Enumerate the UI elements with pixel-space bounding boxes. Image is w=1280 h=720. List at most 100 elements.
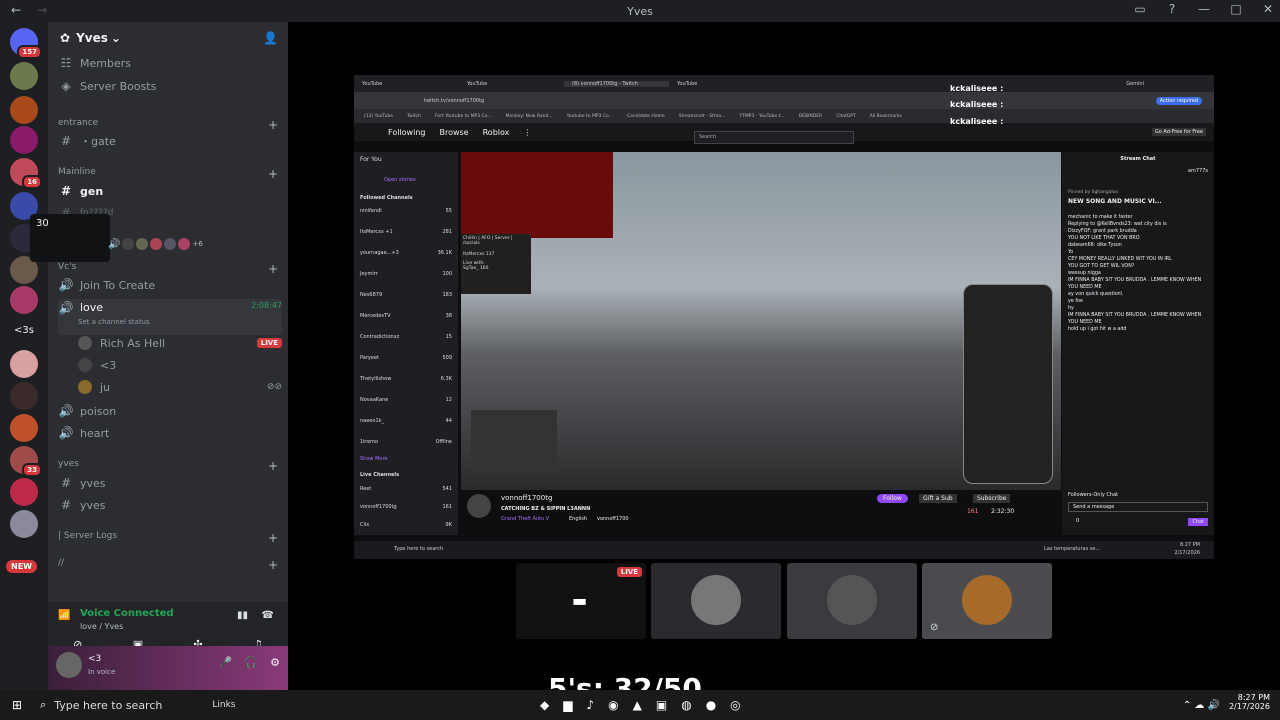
- brave-icon[interactable]: ◆: [540, 698, 549, 712]
- show-more-link[interactable]: Show More: [360, 456, 387, 462]
- followed-channel[interactable]: ninifendi 55: [360, 208, 452, 214]
- category-server-logs[interactable]: | Server Logs +: [58, 531, 278, 545]
- voice-user[interactable]: <3: [78, 356, 282, 374]
- category-entrance[interactable]: entrance +: [58, 118, 278, 132]
- live-channel[interactable]: Reet 541: [360, 486, 452, 492]
- action-required-button[interactable]: Action required: [1155, 96, 1202, 105]
- channel-love[interactable]: 🔊 love 2:08:47: [58, 299, 282, 335]
- browser-tab[interactable]: YouTube: [354, 81, 459, 87]
- more-icon[interactable]: ⋮: [523, 128, 531, 137]
- streamer-avatar[interactable]: [467, 494, 491, 518]
- channel-gate[interactable]: # ・gate: [58, 132, 282, 150]
- channel-poison[interactable]: 🔊 poison: [58, 402, 282, 420]
- settings-icon[interactable]: ⚙: [270, 656, 280, 669]
- nav-browse[interactable]: Browse: [439, 128, 468, 137]
- add-channel-icon[interactable]: +: [268, 531, 278, 545]
- file-explorer-icon[interactable]: ▆: [563, 698, 572, 712]
- category-mainline[interactable]: Mainline +: [58, 167, 278, 181]
- bookmark[interactable]: DEBINDER: [799, 114, 823, 119]
- app-icon[interactable]: ◎: [730, 698, 740, 712]
- clock[interactable]: 8:27 PM 2/17/2026: [1229, 693, 1270, 711]
- gift-sub-button[interactable]: Gift a Sub: [919, 494, 957, 503]
- live-channel[interactable]: Clix 9K: [360, 522, 452, 528]
- server-icon[interactable]: [10, 126, 38, 154]
- bookmark[interactable]: Twitch: [407, 114, 421, 119]
- open-stories-link[interactable]: Open stories: [384, 177, 416, 183]
- taskbar-links[interactable]: Links: [212, 700, 235, 710]
- server-icon[interactable]: [10, 286, 38, 314]
- followed-channel[interactable]: yournagae...+3 36.1K: [360, 250, 452, 256]
- help-icon[interactable]: ?: [1164, 2, 1180, 16]
- followed-channel[interactable]: NovaaKane 12: [360, 397, 452, 403]
- go-ad-free-button[interactable]: Go Ad-Free for Free: [1151, 128, 1206, 136]
- set-status-link[interactable]: Set a channel status: [78, 318, 150, 326]
- bookmark[interactable]: Monkey: New Rand...: [506, 114, 553, 119]
- guild-header[interactable]: ✿ Yves ⌄ 👤: [48, 22, 288, 54]
- bookmark[interactable]: Candidate Home: [627, 114, 665, 119]
- followed-channel[interactable]: Contradictionxz 15: [360, 334, 452, 340]
- discord-icon[interactable]: ◉: [608, 698, 618, 712]
- members-item[interactable]: ☷ Members: [58, 54, 282, 72]
- category-yves[interactable]: yves +: [58, 459, 278, 473]
- browser-tab[interactable]: YouTube: [459, 81, 564, 87]
- minimize-icon[interactable]: —: [1196, 2, 1212, 16]
- add-channel-icon[interactable]: +: [268, 262, 278, 276]
- channel-join-to-create[interactable]: 🔊 Join To Create: [58, 276, 282, 294]
- stream-game[interactable]: Grand Theft Auto V: [501, 516, 549, 522]
- url-text[interactable]: twitch.tv/vonnoff1700tg: [424, 98, 484, 104]
- followed-channel[interactable]: naeeo1k_ 44: [360, 418, 452, 424]
- disconnect-icon[interactable]: ☎: [262, 610, 274, 621]
- followed-channel[interactable]: Paryeet 509: [360, 355, 452, 361]
- voice-user[interactable]: Rich As Hell LIVE: [78, 334, 282, 352]
- channel-gen[interactable]: # gen: [58, 182, 282, 200]
- server-text-icon[interactable]: <3s: [14, 325, 34, 336]
- stream-tag[interactable]: English: [569, 516, 587, 522]
- server-icon[interactable]: [10, 96, 38, 124]
- server-icon[interactable]: 33: [10, 446, 42, 477]
- followed-channel[interactable]: 1tremo Offline: [360, 439, 452, 445]
- streamer-name[interactable]: vonnoff1700tg: [501, 494, 552, 502]
- stream-tile[interactable]: LIVE ▬: [516, 563, 646, 639]
- microphone-icon[interactable]: 🎤: [219, 656, 233, 669]
- add-channel-icon[interactable]: +: [268, 459, 278, 473]
- followed-channel[interactable]: MercedesTV 38: [360, 313, 452, 319]
- nav-roblox[interactable]: Roblox: [483, 128, 510, 137]
- server-boosts-item[interactable]: ◈ Server Boosts: [58, 77, 282, 95]
- follow-button[interactable]: Follow: [877, 494, 908, 503]
- chat-input[interactable]: Send a message: [1068, 502, 1208, 512]
- subscribe-button[interactable]: Subscribe: [973, 494, 1011, 503]
- chat-send-button[interactable]: Chat: [1188, 518, 1208, 526]
- followed-channel[interactable]: ItsMercxs +1 281: [360, 229, 452, 235]
- pinned-message[interactable]: NEW SONG AND MUSIC VI...: [1068, 198, 1162, 205]
- voice-location[interactable]: love / Yves: [80, 622, 123, 631]
- stream-tag[interactable]: vonnoff1700: [597, 516, 629, 522]
- add-channel-icon[interactable]: +: [268, 167, 278, 181]
- add-channel-icon[interactable]: +: [268, 118, 278, 132]
- server-icon[interactable]: [10, 478, 38, 506]
- headphones-icon[interactable]: 🎧: [244, 656, 258, 669]
- browser-tab[interactable]: (8) vonnoff1700tg - Twitch: [564, 80, 669, 87]
- bookmark[interactable]: Streamsnet - Strea...: [679, 114, 726, 119]
- system-tray-icons[interactable]: ⌃ ☁ 🔊: [1183, 700, 1220, 711]
- avatar[interactable]: [56, 652, 82, 678]
- server-icon[interactable]: [10, 510, 38, 538]
- stream-screen[interactable]: YouTube YouTube (8) vonnoff1700tg - Twit…: [354, 75, 1214, 559]
- app-icon[interactable]: ▲: [633, 698, 642, 712]
- voice-status[interactable]: Voice Connected: [80, 608, 174, 619]
- server-icon[interactable]: [10, 62, 38, 90]
- direct-messages-icon[interactable]: 157: [10, 28, 42, 59]
- bookmark[interactable]: Fort Youtube to MP3 Co...: [435, 114, 492, 119]
- followed-channel[interactable]: Thetyllishow 6.3K: [360, 376, 452, 382]
- bookmark[interactable]: ChatGPT: [836, 114, 855, 119]
- participant-tile[interactable]: [651, 563, 781, 639]
- add-channel-icon[interactable]: +: [268, 558, 278, 572]
- server-icon[interactable]: 16: [10, 158, 42, 189]
- channel-yves[interactable]: # yves: [58, 474, 282, 492]
- participant-tile[interactable]: ⊘: [922, 563, 1052, 639]
- live-channel[interactable]: vonnoff1700tg 161: [360, 504, 452, 510]
- bookmark[interactable]: Youtube to MP3 Co...: [567, 114, 613, 119]
- bookmark[interactable]: All Bookmarks: [870, 114, 902, 119]
- category-slash[interactable]: // +: [58, 558, 278, 572]
- followed-channel[interactable]: Nes6879 183: [360, 292, 452, 298]
- inbox-icon[interactable]: ▭: [1132, 2, 1148, 16]
